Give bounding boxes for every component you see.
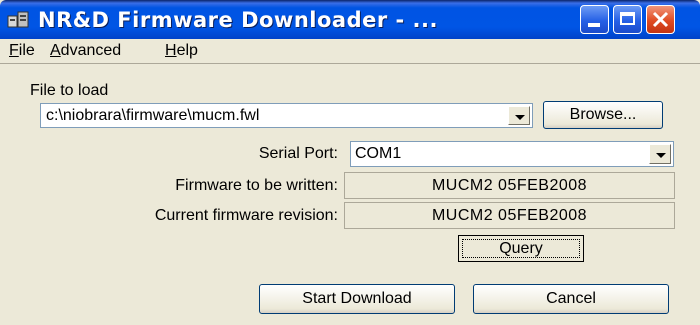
dropdown-arrow-icon	[515, 115, 525, 120]
start-download-label: Start Download	[302, 290, 412, 307]
title-bar[interactable]: NR&D Firmware Downloader - ...	[0, 0, 700, 39]
browse-button[interactable]: Browse...	[543, 101, 663, 129]
serial-port-combo[interactable]: COM1	[350, 141, 674, 167]
menu-advanced[interactable]: Advanced	[50, 42, 121, 60]
minimize-button[interactable]	[580, 5, 609, 34]
app-icon	[7, 10, 29, 30]
file-to-load-label: File to load	[30, 82, 109, 99]
firmware-to-write-value: MUCM2 05FEB2008	[431, 177, 588, 194]
menu-divider	[0, 63, 700, 64]
menu-bar: File Advanced Help	[0, 39, 700, 63]
query-focus-outline	[462, 239, 580, 258]
menu-help[interactable]: Help	[165, 42, 198, 60]
current-revision-field: MUCM2 05FEB2008	[344, 202, 675, 229]
cancel-label: Cancel	[546, 290, 596, 307]
file-path-value: c:\niobrara\firmware\mucm.fwl	[46, 107, 260, 124]
browse-button-label: Browse...	[569, 106, 637, 123]
minimize-icon	[588, 23, 600, 27]
close-button[interactable]	[646, 5, 675, 34]
start-download-button[interactable]: Start Download	[259, 284, 455, 314]
maximize-icon	[620, 12, 635, 25]
serial-port-value: COM1	[355, 145, 402, 162]
maximize-button[interactable]	[613, 5, 642, 34]
firmware-to-write-field: MUCM2 05FEB2008	[344, 172, 675, 199]
serial-port-dropdown-button[interactable]	[649, 144, 671, 164]
menu-file[interactable]: File	[9, 42, 35, 60]
current-revision-value: MUCM2 05FEB2008	[431, 207, 588, 224]
serial-port-label: Serial Port:	[258, 145, 338, 162]
file-path-combo[interactable]: c:\niobrara\firmware\mucm.fwl	[40, 103, 533, 128]
window-title: NR&D Firmware Downloader - ...	[38, 8, 438, 32]
file-path-dropdown-button[interactable]	[508, 106, 530, 125]
firmware-to-write-label: Firmware to be written:	[175, 177, 338, 194]
current-revision-label: Current firmware revision:	[154, 207, 338, 224]
query-button[interactable]: Query	[458, 235, 584, 262]
cancel-button[interactable]: Cancel	[473, 284, 669, 314]
dropdown-arrow-icon	[656, 153, 666, 158]
close-icon	[652, 11, 669, 28]
